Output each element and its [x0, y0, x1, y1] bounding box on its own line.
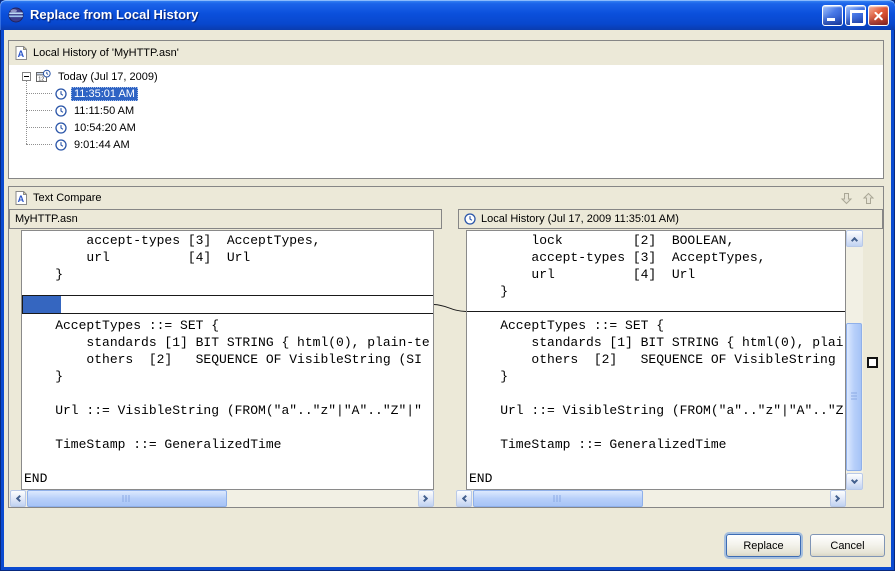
- dialog-client-area: A Local History of 'MyHTTP.asn' 12: [4, 30, 891, 567]
- history-tree[interactable]: 12 Today (Jul 17, 2009) 11:35:01 AM: [9, 65, 883, 178]
- clock-icon: [464, 213, 476, 225]
- cancel-button[interactable]: Cancel: [810, 534, 885, 557]
- text-compare-panel: A Text Compare M: [8, 186, 884, 508]
- diff-change-highlight: [23, 296, 61, 313]
- right-hscroll-track[interactable]: [472, 490, 830, 507]
- diff-overview-ruler[interactable]: [864, 230, 884, 507]
- scroll-up-button[interactable]: [846, 230, 863, 247]
- right-editor: lock [2] BOOLEAN, accept-types [3] Accep…: [456, 230, 863, 490]
- calendar-icon: 12: [35, 69, 51, 85]
- chevron-right-icon: [833, 495, 840, 502]
- scroll-down-button[interactable]: [846, 473, 863, 490]
- scroll-right-button[interactable]: [830, 490, 846, 507]
- arrow-up-icon: [862, 192, 875, 205]
- scroll-left-button[interactable]: [456, 490, 472, 507]
- chevron-up-icon: [851, 236, 858, 243]
- arrow-down-icon: [840, 192, 853, 205]
- clock-icon: [55, 122, 67, 134]
- local-history-panel-title: Local History of 'MyHTTP.asn': [33, 47, 179, 59]
- revision-label[interactable]: 10:54:20 AM: [71, 121, 139, 135]
- revision-item[interactable]: 9:01:44 AM: [9, 136, 883, 153]
- left-annotation-ruler: [10, 230, 21, 490]
- chevron-down-icon: [851, 476, 858, 483]
- text-compare-header: A Text Compare: [9, 187, 883, 209]
- revision-label[interactable]: 9:01:44 AM: [71, 138, 133, 152]
- revision-item[interactable]: 11:35:01 AM: [9, 85, 883, 102]
- left-pane-title: MyHTTP.asn: [15, 213, 78, 225]
- collapse-minus-icon[interactable]: [22, 72, 31, 81]
- right-vertical-scrollbar[interactable]: [846, 230, 863, 490]
- revision-label-selected[interactable]: 11:35:01 AM: [71, 87, 138, 101]
- scroll-left-button[interactable]: [10, 490, 26, 507]
- asn-file-icon: A: [15, 191, 27, 205]
- svg-text:12: 12: [38, 76, 44, 82]
- text-compare-title: Text Compare: [33, 192, 101, 204]
- previous-difference-button[interactable]: [859, 190, 877, 207]
- revision-label[interactable]: 11:11:50 AM: [71, 104, 137, 118]
- diff-overview-marker[interactable]: [867, 357, 878, 368]
- left-horizontal-scrollbar[interactable]: [10, 490, 434, 507]
- next-difference-button[interactable]: [837, 190, 855, 207]
- right-pane-header: Local History (Jul 17, 2009 11:35:01 AM): [458, 209, 883, 229]
- left-code-editor[interactable]: accept-types [3] AcceptTypes, url [4] Ur…: [21, 230, 434, 490]
- eclipse-logo-icon: [8, 7, 24, 23]
- revision-item[interactable]: 11:11:50 AM: [9, 102, 883, 119]
- right-annotation-ruler: [456, 230, 466, 490]
- local-history-panel: A Local History of 'MyHTTP.asn' 12: [8, 40, 884, 179]
- right-hscroll-thumb[interactable]: [473, 490, 643, 507]
- clock-icon: [55, 139, 67, 151]
- left-hscroll-track[interactable]: [26, 490, 418, 507]
- svg-text:A: A: [18, 194, 25, 204]
- minimize-button[interactable]: [822, 5, 843, 26]
- revision-item[interactable]: 10:54:20 AM: [9, 119, 883, 136]
- clock-icon: [55, 105, 67, 117]
- clock-icon: [55, 88, 67, 100]
- left-code-text[interactable]: accept-types [3] AcceptTypes, url [4] Ur…: [22, 231, 433, 487]
- chevron-left-icon: [16, 495, 23, 502]
- vscroll-thumb[interactable]: [846, 323, 862, 471]
- left-pane-header: MyHTTP.asn: [9, 209, 442, 229]
- maximize-button[interactable]: [845, 5, 866, 26]
- close-button[interactable]: [868, 5, 889, 26]
- left-hscroll-thumb[interactable]: [27, 490, 227, 507]
- local-history-panel-header: A Local History of 'MyHTTP.asn': [9, 41, 883, 64]
- right-horizontal-scrollbar[interactable]: [456, 490, 846, 507]
- tree-node-today[interactable]: 12 Today (Jul 17, 2009): [9, 68, 883, 85]
- right-pane-title: Local History (Jul 17, 2009 11:35:01 AM): [481, 213, 679, 225]
- window-title: Replace from Local History: [30, 0, 198, 29]
- replace-button[interactable]: Replace: [726, 534, 801, 557]
- left-editor: accept-types [3] AcceptTypes, url [4] Ur…: [10, 230, 434, 490]
- scroll-right-button[interactable]: [418, 490, 434, 507]
- right-code-text[interactable]: lock [2] BOOLEAN, accept-types [3] Accep…: [467, 231, 845, 487]
- right-code-editor[interactable]: lock [2] BOOLEAN, accept-types [3] Accep…: [466, 230, 846, 490]
- dialog-window: Replace from Local History A Local Histo…: [0, 0, 895, 571]
- asn-file-icon: A: [15, 46, 27, 60]
- diff-change-bar: [22, 295, 433, 314]
- svg-text:A: A: [18, 49, 25, 59]
- chevron-right-icon: [421, 495, 428, 502]
- tree-node-label[interactable]: Today (Jul 17, 2009): [55, 70, 161, 84]
- title-bar[interactable]: Replace from Local History: [0, 0, 895, 30]
- diff-insertion-line: [467, 311, 845, 312]
- chevron-left-icon: [462, 495, 469, 502]
